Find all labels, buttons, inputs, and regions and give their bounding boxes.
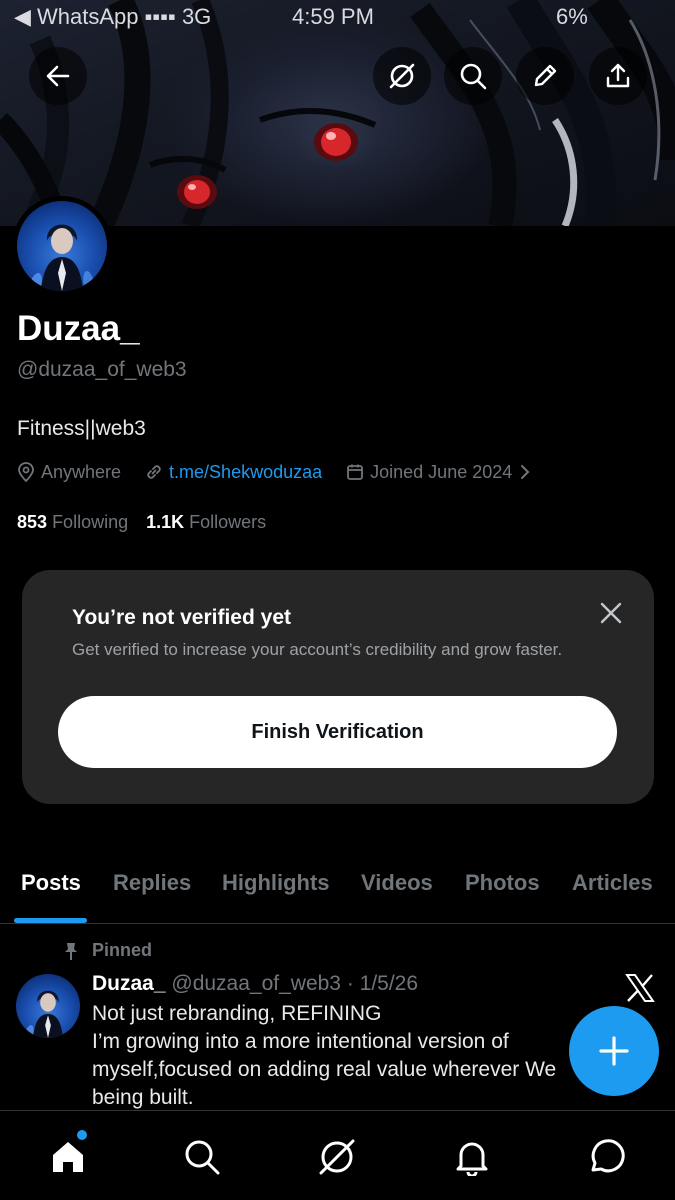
notification-dot	[77, 1130, 87, 1140]
tab-photos[interactable]: Photos	[465, 870, 540, 896]
profile-display-name: Duzaa_	[17, 309, 140, 348]
nav-search[interactable]	[180, 1135, 224, 1179]
avatar-portrait-image	[27, 224, 95, 291]
chevron-right-icon	[520, 464, 530, 480]
search-button[interactable]	[444, 47, 502, 105]
profile-banner[interactable]: ◀ WhatsApp ▪▪▪▪ 3G 4:59 PM 6%	[0, 0, 675, 226]
status-bar: ◀ WhatsApp ▪▪▪▪ 3G 4:59 PM 6%	[0, 0, 675, 32]
profile-website-link[interactable]: t.me/Shekwoduzaa	[169, 462, 322, 483]
profile-joined-text: Joined June 2024	[370, 461, 513, 482]
tab-posts[interactable]: Posts	[21, 870, 81, 896]
close-icon[interactable]	[598, 600, 624, 626]
plus-icon	[599, 1036, 629, 1066]
following-count: 853	[17, 512, 48, 532]
finish-verification-button[interactable]: Finish Verification	[58, 696, 617, 768]
back-arrow-icon	[46, 65, 70, 87]
banner-artwork	[0, 0, 675, 226]
post-line: I’m growing into a more intentional vers…	[92, 1030, 509, 1053]
profile-tabs: Posts Replies Highlights Videos Photos A…	[0, 858, 675, 924]
tab-highlights[interactable]: Highlights	[222, 870, 330, 896]
post-line: Not just rebranding, REFINING	[92, 1002, 382, 1025]
notifications-bell-icon	[456, 1142, 488, 1176]
bottom-navigation	[0, 1110, 675, 1200]
tab-videos[interactable]: Videos	[361, 870, 433, 896]
post-header: Duzaa_ @duzaa_of_web3 · 1/5/26	[92, 972, 418, 996]
status-time: 4:59 PM	[292, 4, 374, 29]
compose-post-button[interactable]	[569, 1006, 659, 1096]
grok-icon	[389, 63, 415, 89]
post-text[interactable]: Not just rebranding, REFINING I’m growin…	[92, 1000, 592, 1112]
post-author-avatar[interactable]	[16, 974, 80, 1038]
nav-messages[interactable]	[585, 1135, 629, 1179]
follow-stats: 853 Following 1.1K Followers	[17, 512, 266, 533]
status-battery: 6%	[556, 4, 588, 29]
followers-link[interactable]: 1.1K Followers	[146, 512, 266, 532]
profile-website[interactable]: t.me/Shekwoduzaa	[145, 462, 322, 483]
post-author-name[interactable]: Duzaa_	[92, 972, 166, 995]
edit-pencil-icon	[534, 64, 557, 87]
home-icon	[53, 1142, 83, 1172]
post-line: being built.	[92, 1086, 194, 1109]
grok-icon	[319, 1139, 355, 1175]
profile-location: Anywhere	[17, 462, 121, 483]
pinned-indicator: Pinned	[62, 940, 152, 961]
messages-icon	[591, 1139, 625, 1173]
share-upload-icon	[606, 63, 630, 88]
link-icon	[145, 463, 163, 481]
avatar-portrait-image	[23, 990, 63, 1038]
status-app-signal: ◀ WhatsApp ▪▪▪▪ 3G	[14, 4, 212, 29]
nav-home[interactable]	[46, 1135, 90, 1179]
tab-replies[interactable]: Replies	[113, 870, 191, 896]
following-link[interactable]: 853 Following	[17, 512, 128, 532]
following-label: Following	[52, 512, 129, 532]
calendar-icon	[346, 463, 364, 481]
verification-title: You’re not verified yet	[72, 606, 291, 629]
share-button[interactable]	[589, 47, 647, 105]
profile-avatar-frame[interactable]	[12, 196, 112, 296]
search-icon	[185, 1140, 220, 1175]
grok-button[interactable]	[373, 47, 431, 105]
verification-description: Get verified to increase your account’s …	[72, 640, 563, 659]
post-author-meta: @duzaa_of_web3 · 1/5/26	[171, 972, 419, 995]
search-icon	[460, 63, 487, 90]
active-tab-indicator	[14, 918, 87, 923]
profile-handle: @duzaa_of_web3	[17, 358, 187, 381]
x-logo-icon	[625, 974, 655, 1002]
pinned-label: Pinned	[92, 940, 153, 960]
tab-articles[interactable]: Articles	[572, 870, 653, 896]
post-line: myself,focused on adding real value wher…	[92, 1058, 557, 1081]
back-button[interactable]	[29, 47, 87, 105]
nav-notifications[interactable]	[450, 1135, 494, 1179]
profile-bio: Fitness||web3	[17, 417, 146, 440]
profile-location-text: Anywhere	[41, 461, 122, 482]
followers-label: Followers	[189, 512, 267, 532]
pin-icon	[65, 942, 77, 960]
avatar	[17, 201, 107, 291]
profile-meta-row: Anywhere t.me/Shekwoduzaa Joined June 20…	[17, 459, 560, 485]
location-pin-icon	[17, 462, 35, 482]
followers-count: 1.1K	[146, 512, 185, 532]
profile-joined[interactable]: Joined June 2024	[346, 462, 536, 483]
avatar	[16, 974, 80, 1038]
verification-card: You’re not verified yet Get verified to …	[22, 570, 654, 804]
nav-grok[interactable]	[315, 1135, 359, 1179]
edit-button[interactable]	[516, 47, 574, 105]
